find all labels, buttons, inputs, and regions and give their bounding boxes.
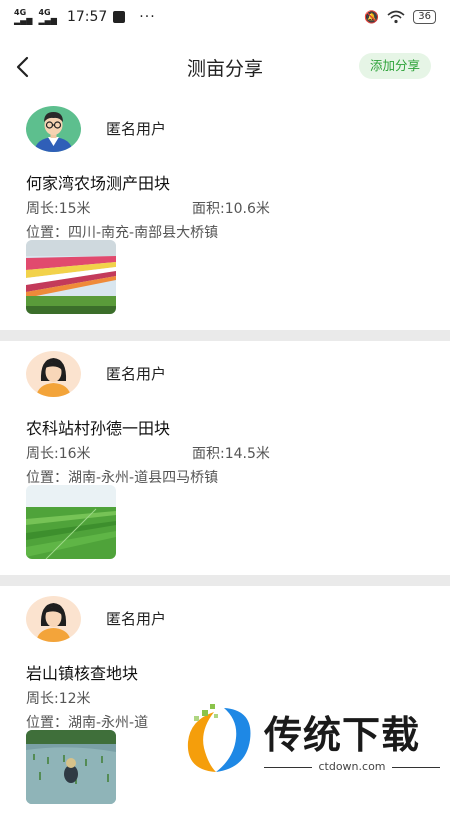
share-card[interactable]: 匿名用户 何家湾农场测产田块 周长:15米 面积:10.6米 位置：四川-南充-… (0, 96, 450, 330)
avatar-female-icon (26, 351, 81, 397)
field-name: 岩山镇核查地块 (26, 664, 139, 683)
watermark-text: 传统下载 (264, 713, 421, 757)
mute-icon: 🔕 (364, 10, 380, 24)
location-value: 位置：湖南-永州-道县四马桥镇 (26, 470, 219, 486)
username: 匿名用户 (106, 365, 167, 383)
location-value: 位置：四川-南充-南部县大桥镇 (26, 225, 219, 241)
watermark-url: ctdown.com (264, 760, 440, 773)
network-indicator-1: 4G ▂▄▆ (14, 8, 33, 25)
username: 匿名用户 (106, 120, 167, 138)
field-photo-green-paddy[interactable] (26, 485, 116, 559)
add-share-button[interactable]: 添加分享 (358, 53, 431, 79)
avatar-female-icon (26, 596, 81, 642)
field-name: 农科站村孙德一田块 (26, 419, 171, 438)
perimeter-value: 周长:16米 (26, 446, 91, 462)
divider (0, 575, 450, 586)
wifi-icon (387, 10, 405, 24)
watermark-logo-icon (187, 704, 251, 772)
area-value: 面积:14.5米 (192, 446, 270, 462)
share-card[interactable]: 匿名用户 农科站村孙德一田块 周长:16米 面积:14.5米 位置：湖南-永州-… (0, 341, 450, 575)
username: 匿名用户 (106, 610, 167, 628)
field-name: 何家湾农场测产田块 (26, 174, 171, 193)
status-time: 17:57 (66, 9, 108, 25)
divider (0, 330, 450, 341)
message-icon (113, 11, 126, 23)
watermark: 传统下载 ctdown.com (180, 700, 440, 780)
more-notifications-icon: ··· (139, 9, 156, 25)
status-bar: 4G ▂▄▆ 4G ▂▄▆ 17:57 ··· 🔕 36 (0, 0, 450, 34)
app-bar: 测亩分享 添加分享 (0, 44, 450, 90)
avatar-male-icon (26, 106, 81, 152)
location-value: 位置：湖南-永州-道 (26, 715, 149, 731)
perimeter-value: 周长:12米 (26, 691, 91, 707)
field-photo-flower-rows[interactable] (26, 240, 116, 314)
status-right: 🔕 36 (364, 10, 436, 24)
perimeter-value: 周长:15米 (26, 201, 91, 217)
network-indicator-2: 4G ▂▄▆ (38, 8, 57, 25)
battery-indicator: 36 (413, 10, 436, 24)
status-left: 4G ▂▄▆ 4G ▂▄▆ 17:57 ··· (14, 8, 156, 26)
field-photo-rice-planting[interactable] (26, 730, 116, 804)
area-value: 面积:10.6米 (192, 201, 270, 217)
